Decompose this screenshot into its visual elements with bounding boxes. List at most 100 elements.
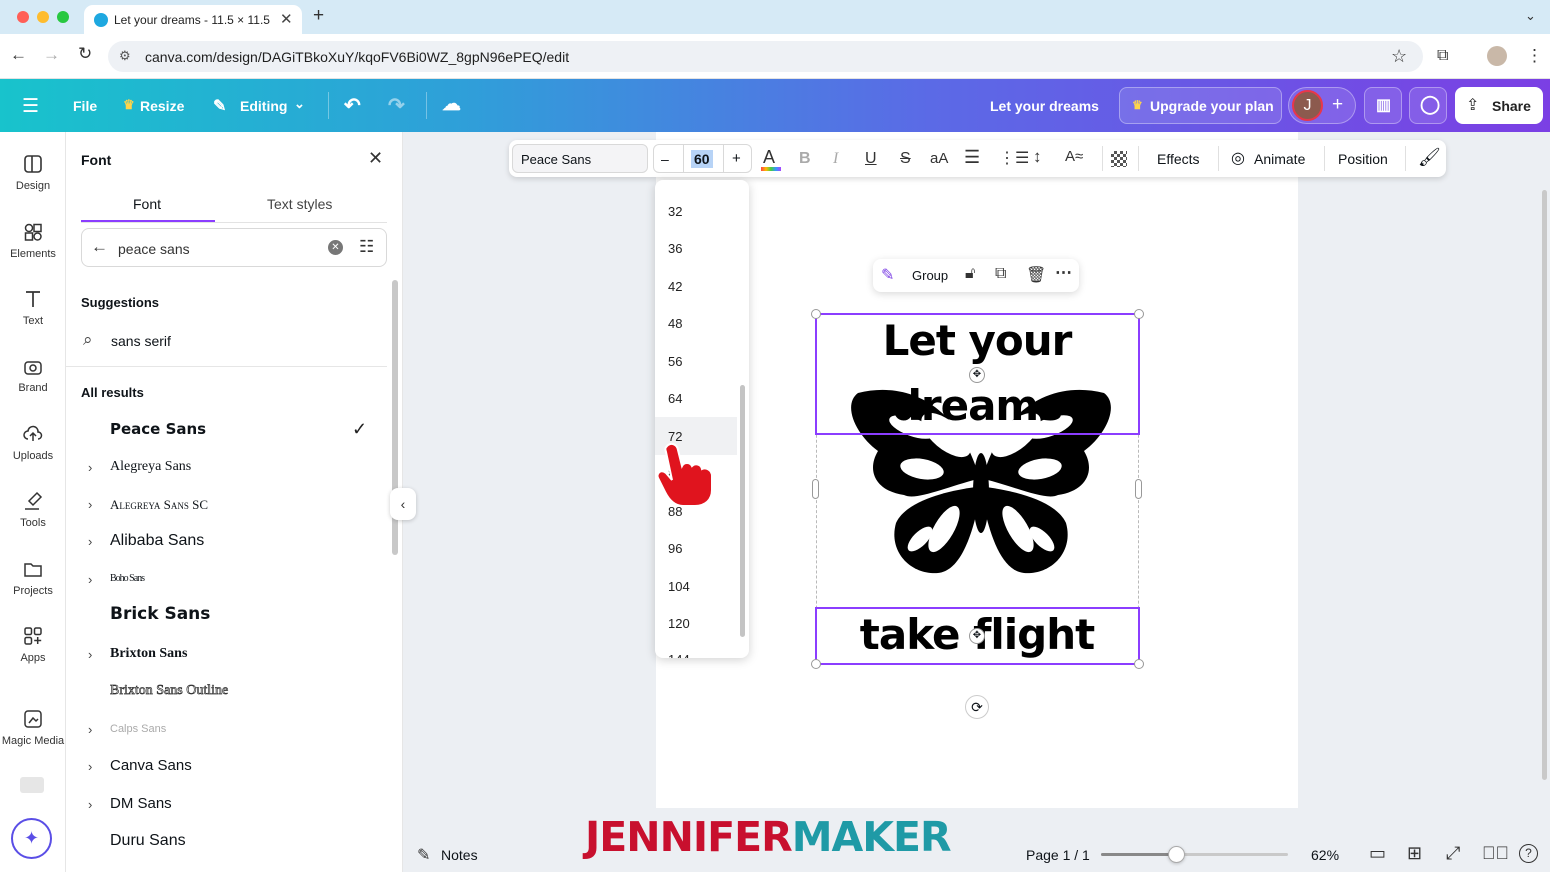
font-item-boho-sans[interactable]: Boho Sans — [110, 573, 145, 584]
dropdown-scrollbar[interactable] — [740, 385, 745, 637]
canvas-scrollbar[interactable] — [1542, 190, 1547, 780]
italic-icon[interactable]: I — [833, 150, 838, 168]
chevron-right-icon[interactable]: › — [88, 534, 92, 549]
page-view-icon[interactable]: ▭ — [1369, 843, 1386, 864]
size-option[interactable]: 96 — [668, 541, 682, 556]
back-arrow-icon[interactable]: ← — [91, 237, 108, 257]
group-button[interactable]: Group — [912, 268, 948, 283]
font-size-stepper[interactable]: – 60 + — [653, 144, 752, 173]
font-family-dropdown[interactable]: Peace Sans — [512, 144, 648, 173]
close-tab-icon[interactable]: ✕ — [280, 10, 293, 28]
font-item-brick-sans[interactable]: Brick Sans — [110, 604, 210, 624]
rail-item-brand[interactable]: Brand — [0, 356, 66, 394]
comments-button[interactable]: ◯ — [1409, 87, 1447, 124]
insights-button[interactable]: ▥ — [1364, 87, 1402, 124]
chevron-right-icon[interactable]: › — [88, 572, 92, 587]
zoom-slider-knob[interactable] — [1167, 846, 1185, 863]
chevron-right-icon[interactable]: › — [88, 722, 92, 737]
size-option[interactable]: 36 — [668, 241, 682, 256]
back-arrow-icon[interactable]: ← — [10, 45, 27, 65]
resize-handle[interactable] — [811, 309, 821, 319]
animate-button[interactable]: Animate — [1254, 151, 1305, 167]
align-center-icon[interactable]: ☰ — [964, 147, 980, 168]
new-tab-button[interactable]: + — [313, 5, 324, 27]
close-window-button[interactable] — [17, 11, 29, 23]
chevron-right-icon[interactable]: › — [88, 759, 92, 774]
list-icon[interactable]: ⋮☰ — [999, 148, 1029, 168]
check-circle-icon[interactable]: ✓⃝ — [1482, 843, 1509, 864]
rail-item-tools[interactable]: Tools — [0, 491, 66, 529]
user-avatar[interactable]: J — [1292, 90, 1323, 121]
undo-icon[interactable]: ↶ — [344, 93, 361, 118]
share-button[interactable]: ⇪ Share — [1455, 87, 1543, 124]
browser-tab[interactable]: Let your dreams - 11.5 × 11.5 ✕ — [84, 5, 302, 34]
text-color-icon[interactable]: A — [763, 147, 775, 168]
tab-list-chevron-icon[interactable]: ⌄ — [1525, 8, 1536, 24]
side-handle[interactable] — [1135, 479, 1142, 499]
size-option[interactable]: 120 — [668, 616, 690, 631]
font-item-duru-sans[interactable]: Duru Sans — [110, 832, 186, 850]
minimize-window-button[interactable] — [37, 11, 49, 23]
side-handle[interactable] — [812, 479, 819, 499]
size-option[interactable]: 56 — [668, 354, 682, 369]
rail-item-uploads[interactable]: Uploads — [0, 424, 66, 462]
rail-item-projects[interactable]: Projects — [0, 559, 66, 597]
bookmark-star-icon[interactable]: ☆ — [1391, 46, 1407, 67]
chevron-right-icon[interactable]: › — [88, 460, 92, 475]
close-panel-icon[interactable]: ✕ — [368, 148, 383, 169]
position-button[interactable]: Position — [1338, 151, 1388, 167]
site-info-icon[interactable]: ⚙ — [119, 48, 131, 64]
profile-avatar[interactable] — [1487, 46, 1507, 66]
more-options-icon[interactable]: ⋯ — [1055, 263, 1072, 283]
chevron-right-icon[interactable]: › — [88, 647, 92, 662]
resize-handle[interactable] — [1134, 659, 1144, 669]
resize-handle[interactable] — [1134, 309, 1144, 319]
fullscreen-icon[interactable]: ⤢ — [1446, 843, 1460, 864]
more-apps-icon[interactable] — [20, 777, 44, 793]
forward-arrow-icon[interactable]: → — [43, 45, 60, 65]
magic-assistant-icon[interactable]: ✦ — [11, 818, 52, 859]
zoom-slider[interactable] — [1101, 846, 1288, 863]
font-item-brixton-sans-outline[interactable]: Brixton Sans Outline — [110, 683, 229, 699]
collaborators-group[interactable]: J + — [1288, 87, 1356, 124]
font-item-calps-sans[interactable]: Calps Sans — [110, 723, 166, 735]
font-item-alibaba-sans[interactable]: Alibaba Sans — [110, 532, 204, 550]
size-option[interactable]: 144 — [668, 652, 690, 658]
increase-size-button[interactable]: + — [732, 150, 741, 167]
size-option[interactable]: 42 — [668, 279, 682, 294]
clear-search-icon[interactable]: ✕ — [328, 240, 343, 255]
document-title[interactable]: Let your dreams — [990, 98, 1099, 114]
transparency-icon[interactable] — [1111, 151, 1127, 167]
letter-case-icon[interactable]: aA — [930, 150, 948, 167]
lock-icon[interactable]: 🔓︎ — [965, 265, 975, 283]
extensions-icon[interactable]: ⧉ — [1437, 47, 1448, 65]
resize-button[interactable]: Resize — [140, 98, 184, 114]
collapse-panel-button[interactable]: ‹ — [390, 488, 416, 520]
page-indicator[interactable]: Page 1 / 1 — [1026, 847, 1090, 863]
zoom-level[interactable]: 62% — [1311, 847, 1339, 863]
browser-menu-icon[interactable]: ⋮ — [1526, 46, 1543, 66]
font-search-input[interactable]: ← peace sans ✕ ☷ — [81, 228, 387, 267]
chevron-down-icon[interactable]: ⌄ — [294, 96, 305, 112]
bold-icon[interactable]: B — [799, 150, 811, 168]
rail-item-magic-media[interactable]: Magic Media — [0, 709, 66, 747]
rail-item-text[interactable]: Text — [0, 289, 66, 327]
spacing-icon[interactable]: ↕ — [1033, 147, 1042, 167]
filter-sliders-icon[interactable]: ☷ — [359, 237, 374, 257]
rail-item-apps[interactable]: Apps — [0, 626, 66, 664]
tab-text-styles[interactable]: Text styles — [267, 196, 332, 212]
grid-view-icon[interactable]: ⊞ — [1407, 843, 1422, 864]
chevron-right-icon[interactable]: › — [88, 797, 92, 812]
decrease-size-button[interactable]: – — [661, 151, 669, 167]
chevron-right-icon[interactable]: › — [88, 497, 92, 512]
resize-handle[interactable] — [811, 659, 821, 669]
cloud-saved-icon[interactable]: ☁ — [442, 93, 461, 116]
font-item-peace-sans[interactable]: Peace Sans — [110, 420, 206, 438]
notes-button[interactable]: Notes — [441, 847, 478, 863]
size-option[interactable]: 104 — [668, 579, 690, 594]
add-collaborator-icon[interactable]: + — [1332, 94, 1343, 116]
move-handle-icon[interactable]: ✥ — [969, 367, 985, 383]
rail-item-design[interactable]: Design — [0, 154, 66, 192]
move-handle-icon[interactable]: ✥ — [969, 628, 985, 644]
paint-roller-icon[interactable]: 🖌︎ — [1418, 147, 1441, 168]
